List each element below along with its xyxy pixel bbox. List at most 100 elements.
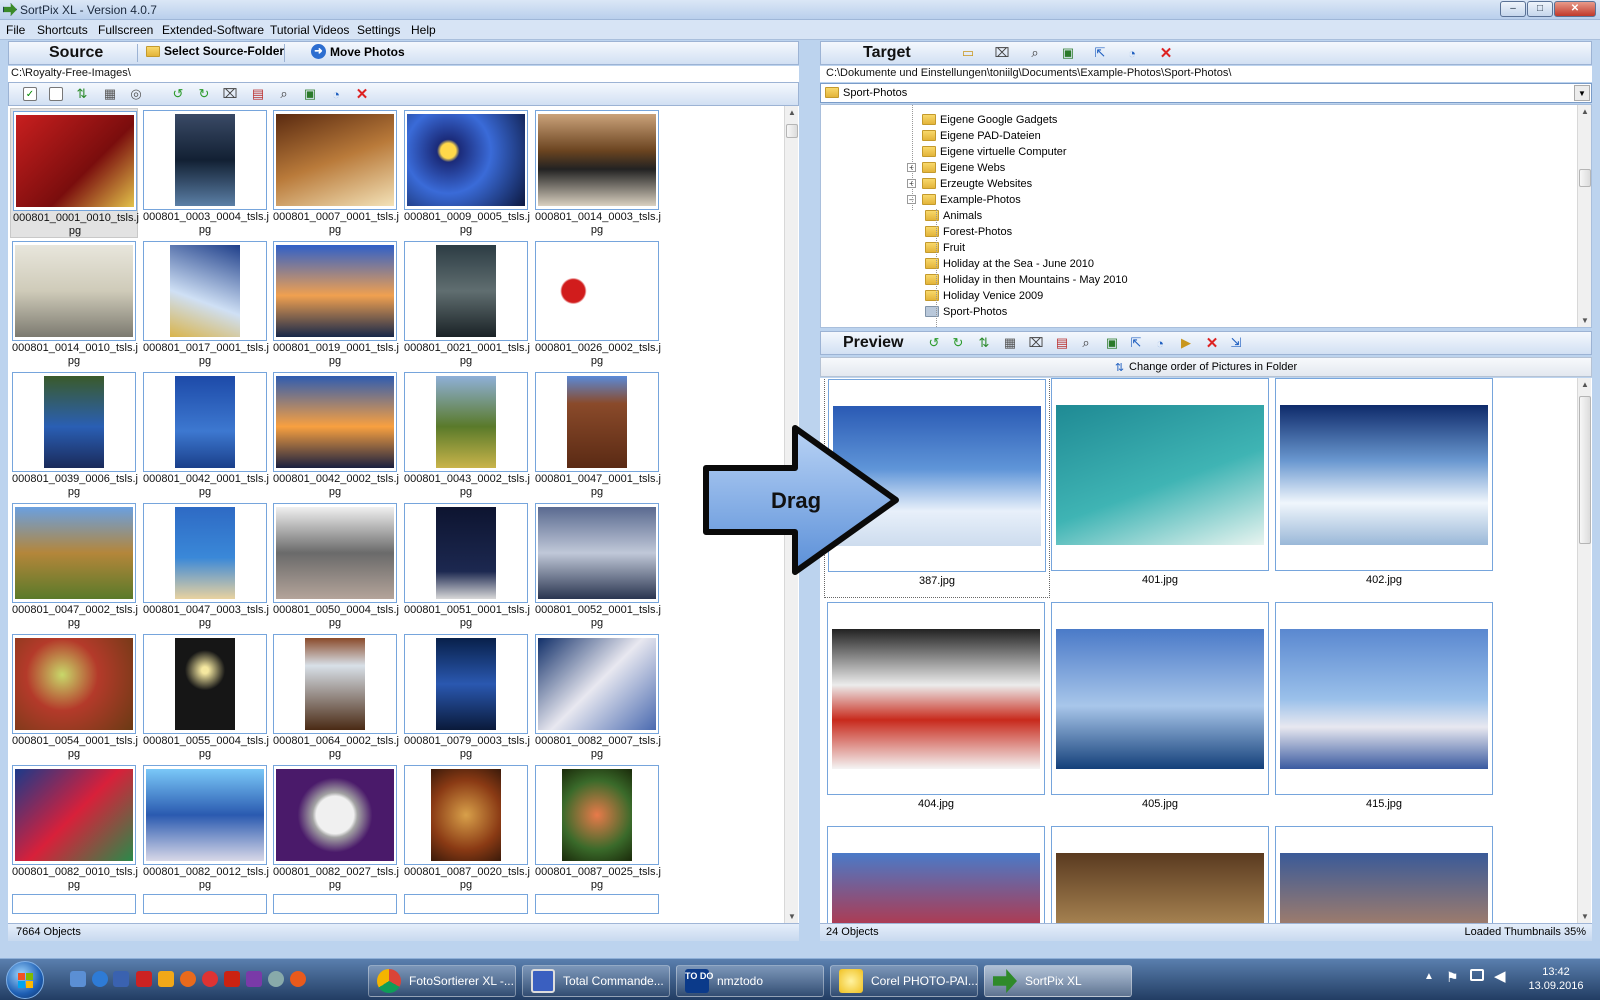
source-thumbnail-partial[interactable] [535,894,659,914]
source-thumbnail[interactable]: 000801_0042_0001_tsls.j pg [141,370,269,500]
menu-shortcuts[interactable]: Shortcuts [37,23,88,37]
app-icon[interactable] [224,971,240,987]
tree-scrollbar[interactable]: ▲ ▼ [1577,105,1591,327]
sort-icon[interactable]: ⇅ [975,334,993,352]
slideshow-icon[interactable]: ▶ [1177,334,1195,352]
ie-icon[interactable] [92,971,108,987]
app-icon[interactable] [246,971,262,987]
menu-tutorial-videos[interactable]: Tutorial Videos [270,23,349,37]
taskbar-item-nmztodo[interactable]: TO DO nmztodo [676,965,824,997]
scroll-up-icon[interactable]: ▲ [788,108,796,117]
select-all-icon[interactable]: ✓ [23,87,37,101]
tree-folder-forest-photos[interactable]: Forest-Photos [925,224,1012,239]
export-icon[interactable]: ⇱ [1127,334,1145,352]
network-icon[interactable] [1470,969,1484,981]
source-thumbnail[interactable]: 000801_0014_0010_tsls.j pg [10,239,138,369]
properties-icon[interactable]: ▤ [249,85,267,103]
source-thumbnail[interactable]: 000801_0082_0007_tsls.j pg [533,632,661,762]
zoom-icon[interactable]: ⌕ [275,85,293,103]
source-thumbnail-partial[interactable] [12,894,136,914]
rotate-right-icon[interactable]: ↻ [195,85,213,103]
source-thumbnail[interactable]: 000801_0050_0004_tsls.j pg [271,501,399,631]
zoom-icon[interactable]: ⌕ [1077,334,1095,352]
tree-folder-fruit[interactable]: Fruit [925,240,965,255]
scroll-down-icon[interactable]: ▼ [788,912,796,921]
details-icon[interactable]: ▦ [1001,334,1019,352]
source-thumbnail[interactable]: 000801_0082_0027_tsls.j pg [271,763,399,893]
close-button[interactable]: ✕ [1554,1,1596,17]
source-thumbnail[interactable]: 000801_0082_0010_tsls.j pg [10,763,138,893]
tree-folder-sport-photos[interactable]: Sport-Photos [925,304,1007,319]
change-order-button[interactable]: ⇅ Change order of Pictures in Folder [820,357,1592,377]
source-thumbnail[interactable]: 000801_0087_0025_tsls.j pg [533,763,661,893]
source-thumbnail[interactable]: 000801_0047_0001_tsls.j pg [533,370,661,500]
source-thumbnail[interactable]: 000801_0017_0001_tsls.j pg [141,239,269,369]
tree-folder-eigene-virtuelle-computer[interactable]: Eigene virtuelle Computer [907,144,1067,159]
tree-folder-erzeugte-websites[interactable]: + Erzeugte Websites [907,176,1032,191]
source-thumbnail[interactable]: 000801_0021_0001_tsls.j pg [402,239,530,369]
maximize-button[interactable]: □ [1527,1,1553,17]
source-thumbnail[interactable]: 000801_0001_0010_tsls.j pg [10,108,139,238]
source-thumbnail[interactable]: 000801_0043_0002_tsls.j pg [402,370,530,500]
preview-thumbnail[interactable] [1048,824,1274,923]
preview-thumbnail[interactable]: 405.jpg [1048,600,1274,822]
delete-icon[interactable]: ✕ [353,85,371,103]
source-thumbnail-partial[interactable] [143,894,267,914]
tree-folder-holiday-at-the-sea-june-2010[interactable]: Holiday at the Sea - June 2010 [925,256,1094,271]
app-icon[interactable] [268,971,284,987]
preview-scroll-thumb[interactable] [1579,396,1591,544]
export-icon[interactable]: ⇱ [1091,44,1109,62]
chrome-icon[interactable] [202,971,218,987]
rotate-right-icon[interactable]: ↻ [949,334,967,352]
chevron-down-icon[interactable]: ▼ [1574,85,1590,101]
rename-folder-icon[interactable]: ⌧ [993,44,1011,62]
source-thumbnail[interactable]: 000801_0042_0002_tsls.j pg [271,370,399,500]
source-scroll-thumb[interactable] [786,124,798,138]
desktop-icon[interactable] [70,971,86,987]
slideshow-icon[interactable]: ◎ [127,85,145,103]
properties-icon[interactable]: ▤ [1053,334,1071,352]
source-thumbnail[interactable]: 000801_0019_0001_tsls.j pg [271,239,399,369]
preview-thumbnail[interactable]: 402.jpg [1272,378,1498,598]
source-thumbnail[interactable]: 000801_0047_0003_tsls.j pg [141,501,269,631]
delete-icon[interactable]: ✕ [1203,334,1221,352]
filezilla-icon[interactable] [136,971,152,987]
firefox-icon[interactable] [290,971,306,987]
tree-folder-animals[interactable]: Animals [925,208,982,223]
source-thumbnail[interactable]: 000801_0055_0004_tsls.j pg [141,632,269,762]
source-thumbnail[interactable]: 000801_0087_0020_tsls.j pg [402,763,530,893]
preview-thumbnail[interactable] [1272,824,1498,923]
details-icon[interactable]: ▦ [101,85,119,103]
refresh-icon[interactable]: ◔ [1123,44,1141,62]
edit-icon[interactable]: ▣ [1103,334,1121,352]
edit-icon[interactable]: ▣ [1059,44,1077,62]
source-thumbnail[interactable]: 000801_0051_0001_tsls.j pg [402,501,530,631]
source-thumbnail-partial[interactable] [273,894,397,914]
tree-folder-holiday-in-then-mountains-may-2010[interactable]: Holiday in then Mountains - May 2010 [925,272,1128,287]
preview-thumbnail[interactable] [824,824,1050,923]
preview-thumbnail[interactable]: 415.jpg [1272,600,1498,822]
tree-folder-holiday-venice-2009[interactable]: Holiday Venice 2009 [925,288,1043,303]
source-thumbnail[interactable]: 000801_0014_0003_tsls.j pg [533,108,661,238]
minimize-button[interactable]: – [1500,1,1526,17]
select-source-folder-button[interactable]: Select Source-Folder [146,44,284,58]
firefox-icon[interactable] [180,971,196,987]
move-photos-button[interactable]: ➜ Move Photos [311,44,405,59]
export-icon[interactable]: ⇲ [1227,334,1245,352]
taskbar-item-total-commander[interactable]: Total Commande... [522,965,670,997]
new-folder-icon[interactable]: ▭ [959,44,977,62]
menu-file[interactable]: File [6,23,25,37]
preview-thumbnail[interactable]: 404.jpg [824,600,1050,822]
scroll-down-icon[interactable]: ▼ [1581,912,1589,921]
rename-icon[interactable]: ⌧ [1027,334,1045,352]
refresh-icon[interactable]: ◔ [1151,334,1169,352]
taskbar-item-corel[interactable]: Corel PHOTO-PAI... [830,965,978,997]
zoom-icon[interactable]: ⌕ [1026,44,1044,62]
preview-thumbnail[interactable]: 401.jpg [1048,378,1274,598]
source-thumbnail[interactable]: 000801_0026_0002_tsls.j pg [533,239,661,369]
clock[interactable]: 13:42 13.09.2016 [1520,965,1592,993]
source-thumbnail[interactable]: 000801_0007_0001_tsls.j pg [271,108,399,238]
target-folder-combo[interactable]: Sport-Photos ▼ [820,83,1592,103]
source-thumbnail[interactable]: 000801_0052_0001_tsls.j pg [533,501,661,631]
menu-fullscreen[interactable]: Fullscreen [98,23,153,37]
